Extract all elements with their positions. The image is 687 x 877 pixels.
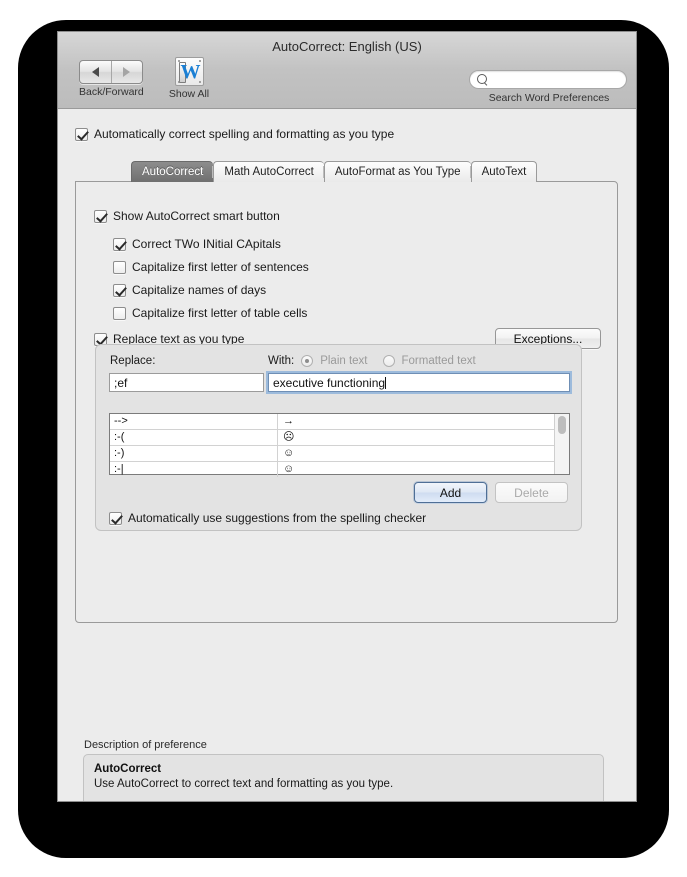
tab-autoformat-as-you-type[interactable]: AutoFormat as You Type — [323, 161, 471, 182]
radio-formatted-text-label: Formatted text — [401, 355, 476, 367]
list-item[interactable]: :-| ☺ — [110, 462, 554, 477]
tab-label: AutoText — [481, 166, 527, 178]
arrow-left-icon — [91, 67, 99, 77]
checkbox-box[interactable] — [75, 127, 88, 141]
replace-input[interactable] — [109, 373, 264, 392]
replace-field-label: Replace: — [110, 355, 156, 367]
radio-plain-text[interactable] — [301, 355, 314, 367]
delete-entry-button: Delete — [495, 482, 568, 503]
icon-corner-dot — [198, 81, 201, 83]
icon-corner-dot — [177, 81, 180, 83]
list-rows: --> → :-( ☹ :-) ☺:-| ☺ — [110, 414, 554, 477]
replace-with-groupbox: Replace: With: Plain text Formatted text… — [95, 344, 582, 531]
add-entry-button[interactable]: Add — [414, 482, 487, 503]
icon-corner-dot — [198, 60, 201, 62]
entry-with: ☺ — [283, 463, 295, 475]
show-smart-button-label: Show AutoCorrect smart button — [113, 209, 280, 223]
with-field-label: With: — [268, 355, 295, 367]
autocorrect-entries-list[interactable]: --> → :-( ☹ :-) ☺:-| ☺ — [109, 413, 570, 477]
search-icon — [477, 74, 487, 84]
spelling-suggestions-checkbox[interactable]: Automatically use suggestions from the s… — [109, 511, 426, 525]
description-section-label: Description of preference — [84, 739, 207, 751]
checkbox-box[interactable] — [113, 260, 126, 274]
entry-replace: :-) — [110, 446, 278, 461]
window-title: AutoCorrect: English (US) — [272, 39, 422, 54]
capitalize-first-letter-table-cells-checkbox[interactable]: Capitalize first letter of table cells — [113, 306, 307, 320]
search-field[interactable] — [469, 70, 627, 89]
back-forward-segmented-control[interactable] — [79, 60, 143, 84]
entry-with: ☹ — [283, 431, 295, 443]
entry-with: → — [283, 415, 294, 427]
screenshot-root: AutoCorrect: English (US) Back/Forward W — [0, 0, 687, 877]
entry-replace: --> — [110, 414, 278, 429]
search-caption: Search Word Preferences — [488, 92, 610, 104]
list-action-buttons: Add Delete — [414, 482, 568, 503]
checkbox-box[interactable] — [113, 306, 126, 320]
tab-panel-autocorrect: Show AutoCorrect smart button Correct TW… — [75, 181, 618, 623]
preferences-window: AutoCorrect: English (US) Back/Forward W — [57, 31, 637, 802]
description-title: AutoCorrect — [94, 763, 162, 775]
entry-replace: :-( — [110, 430, 278, 445]
icon-corner-dot — [177, 60, 180, 62]
tab-autotext[interactable]: AutoText — [470, 161, 538, 182]
entry-replace: :-| — [110, 462, 278, 477]
entry-with: ☺ — [283, 447, 295, 459]
toolbar-search[interactable]: Search Word Preferences — [469, 70, 629, 104]
word-w-glyph: W — [180, 61, 201, 83]
window-titlebar: AutoCorrect: English (US) Back/Forward W — [58, 32, 636, 109]
capitalize-names-of-days-checkbox[interactable]: Capitalize names of days — [113, 283, 266, 297]
list-item[interactable]: :-) ☺ — [110, 446, 554, 462]
back-forward-label: Back/Forward — [79, 86, 144, 98]
checkbox-box[interactable] — [113, 237, 126, 251]
checkbox-box[interactable] — [113, 283, 126, 297]
toolbar-show-all[interactable]: W Show All — [159, 57, 219, 100]
capitalize-first-letter-table-cells-label: Capitalize first letter of table cells — [132, 306, 308, 320]
checkbox-box[interactable] — [94, 209, 107, 223]
master-autocorrect-checkbox[interactable]: Automatically correct spelling and forma… — [75, 127, 394, 141]
scrollbar-thumb[interactable] — [558, 416, 566, 434]
tab-math-autocorrect[interactable]: Math AutoCorrect — [213, 161, 324, 182]
correct-two-initial-capitals-label: Correct TWo INitial CApitals — [132, 237, 281, 251]
arrow-right-icon — [123, 67, 131, 77]
tab-strip: AutoCorrect Math AutoCorrect AutoFormat … — [131, 161, 548, 182]
tab-area: AutoCorrect Math AutoCorrect AutoFormat … — [75, 161, 618, 623]
show-smart-button-checkbox[interactable]: Show AutoCorrect smart button — [94, 209, 280, 223]
list-item[interactable]: --> → — [110, 414, 554, 430]
checkbox-box[interactable] — [109, 511, 122, 525]
forward-button[interactable] — [112, 61, 143, 83]
list-scrollbar[interactable] — [554, 414, 569, 474]
back-button[interactable] — [80, 61, 112, 83]
radio-formatted-text[interactable] — [382, 355, 395, 367]
text-cursor — [385, 377, 387, 389]
radio-plain-text-label: Plain text — [320, 355, 368, 367]
show-all-label: Show All — [168, 88, 210, 100]
with-input-value: executive functioning — [273, 376, 386, 390]
tab-autocorrect[interactable]: AutoCorrect — [131, 161, 214, 182]
toolbar-back-forward[interactable]: Back/Forward — [79, 60, 144, 98]
spelling-suggestions-label: Automatically use suggestions from the s… — [128, 511, 427, 525]
capitalize-names-of-days-label: Capitalize names of days — [132, 283, 267, 297]
correct-two-initial-capitals-checkbox[interactable]: Correct TWo INitial CApitals — [113, 237, 281, 251]
with-row: With: Plain text Formatted text — [268, 355, 476, 367]
capitalize-first-letter-sentences-checkbox[interactable]: Capitalize first letter of sentences — [113, 260, 309, 274]
with-input[interactable]: executive functioning — [268, 373, 570, 392]
tab-label: AutoCorrect — [142, 166, 204, 178]
list-item[interactable]: :-( ☹ — [110, 430, 554, 446]
tab-label: Math AutoCorrect — [224, 166, 314, 178]
tab-label: AutoFormat as You Type — [334, 166, 461, 178]
description-text: Use AutoCorrect to correct text and form… — [94, 778, 394, 790]
word-document-icon: W — [174, 57, 204, 86]
description-box: AutoCorrect Use AutoCorrect to correct t… — [83, 754, 604, 801]
master-autocorrect-label: Automatically correct spelling and forma… — [94, 127, 395, 141]
capitalize-first-letter-sentences-label: Capitalize first letter of sentences — [132, 260, 309, 274]
